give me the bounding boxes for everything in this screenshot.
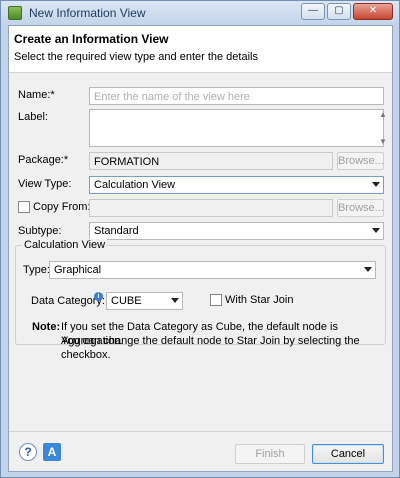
note-label: Note: — [32, 321, 61, 333]
subtype-value: Standard — [94, 225, 139, 237]
window-controls: — ▢ ✕ — [301, 3, 393, 20]
dialog-header: Create an Information View Select the re… — [9, 26, 392, 73]
app-icon — [8, 6, 22, 20]
view-type-label: View Type: — [18, 178, 72, 190]
page-title: Create an Information View — [14, 32, 169, 46]
copy-from-input — [89, 199, 333, 217]
calculation-view-group-title: Calculation View — [22, 239, 108, 251]
maximize-button[interactable]: ▢ — [327, 3, 351, 20]
type-label: Type: — [23, 264, 50, 276]
type-select[interactable]: Graphical — [49, 261, 376, 279]
cancel-button[interactable]: Cancel — [312, 444, 384, 464]
minimize-button[interactable]: — — [301, 3, 325, 20]
subtype-label: Subtype: — [18, 225, 62, 237]
dialog-body: Create an Information View Select the re… — [8, 25, 393, 472]
finish-button[interactable]: Finish — [235, 444, 305, 464]
name-label: Name:* — [18, 89, 55, 101]
label-label: Label: — [18, 111, 48, 123]
type-value: Graphical — [54, 264, 102, 276]
close-button[interactable]: ✕ — [353, 3, 393, 20]
view-type-value: Calculation View — [94, 179, 176, 191]
copy-from-browse-button[interactable]: Browse... — [337, 199, 384, 217]
window-title: New Information View — [29, 6, 146, 20]
label-input[interactable]: ▲ ▼ — [89, 109, 387, 147]
dialog-window: New Information View — ▢ ✕ Create an Inf… — [0, 0, 400, 478]
data-category-select[interactable]: CUBE — [106, 292, 183, 310]
chevron-down-icon — [171, 298, 179, 303]
note-line-2: You can change the default node to Star … — [61, 335, 360, 361]
copy-from-checkbox[interactable] — [18, 201, 30, 213]
chevron-down-icon — [364, 267, 372, 272]
label-scrollbar[interactable]: ▲ ▼ — [373, 110, 387, 146]
data-category-value: CUBE — [111, 295, 142, 307]
scroll-down-icon[interactable]: ▼ — [378, 137, 388, 146]
scroll-up-icon[interactable]: ▲ — [378, 110, 388, 119]
package-label: Package:* — [18, 154, 69, 166]
title-bar: New Information View — ▢ ✕ — [1, 1, 399, 25]
star-join-label: With Star Join — [225, 294, 294, 306]
chevron-down-icon — [372, 182, 380, 187]
copy-from-label: Copy From: — [33, 201, 91, 213]
view-type-select[interactable]: Calculation View — [89, 176, 384, 194]
assist-icon[interactable]: A — [43, 443, 61, 461]
dialog-footer: ? A Finish Cancel — [9, 431, 392, 471]
name-input[interactable]: Enter the name of the view here — [89, 87, 384, 105]
package-browse-button[interactable]: Browse... — [337, 152, 384, 170]
package-input: FORMATION — [89, 152, 333, 170]
page-subtitle: Select the required view type and enter … — [14, 51, 258, 63]
subtype-select[interactable]: Standard — [89, 222, 384, 240]
info-icon: i — [94, 292, 103, 301]
help-icon[interactable]: ? — [19, 443, 37, 461]
star-join-checkbox[interactable] — [210, 294, 222, 306]
chevron-down-icon — [372, 228, 380, 233]
